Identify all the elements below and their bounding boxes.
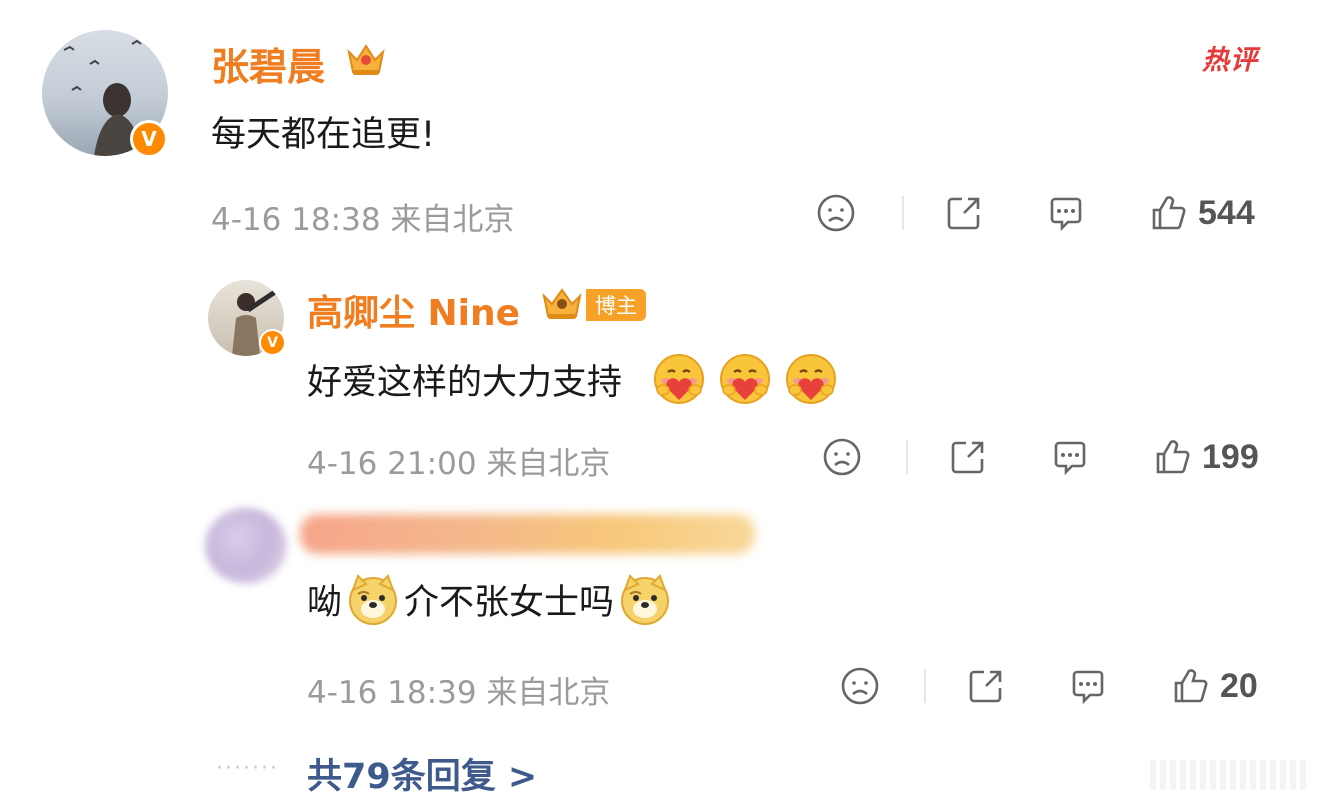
- dislike-icon[interactable]: [822, 437, 862, 477]
- reply-author-name[interactable]: 高卿尘 Nine: [307, 284, 520, 336]
- share-icon[interactable]: [948, 437, 988, 477]
- reply-text-content: 好爱这样的大力支持: [307, 362, 623, 403]
- like-count: 544: [1198, 193, 1255, 232]
- comment-date: 4-16 18:38: [211, 202, 381, 238]
- comment-text: 每天都在追更!: [211, 115, 436, 155]
- like-count: 20: [1220, 666, 1258, 705]
- reply-text-part2: 介不张女士吗: [404, 582, 615, 623]
- more-replies-dots: ·······: [216, 756, 279, 781]
- action-divider: [902, 196, 904, 230]
- reply-date: 4-16 18:39: [307, 675, 477, 711]
- hug-heart-emoji-icon: [652, 352, 706, 406]
- reply-meta: 4-16 21:00 来自北京: [307, 438, 610, 483]
- reply-location: 来自北京: [486, 446, 611, 482]
- crown-icon: [347, 44, 385, 75]
- like-icon[interactable]: [1148, 193, 1188, 233]
- comment-meta: 4-16 18:38 来自北京: [211, 194, 514, 239]
- doge-emoji-icon: [346, 572, 400, 626]
- reply-author-avatar[interactable]: [205, 508, 287, 584]
- dislike-icon[interactable]: [840, 666, 880, 706]
- reply-actions: 199: [822, 435, 1259, 479]
- reply-location: 来自北京: [486, 675, 611, 711]
- dislike-icon[interactable]: [816, 193, 856, 233]
- reply-actions: 20: [840, 664, 1258, 708]
- comment-location: 来自北京: [390, 202, 515, 238]
- action-divider: [906, 440, 908, 474]
- comment-icon[interactable]: [1046, 193, 1086, 233]
- hot-comment-label: 热评: [1202, 45, 1258, 76]
- doge-emoji-icon: [618, 572, 672, 626]
- comment-actions: 544: [816, 191, 1255, 235]
- reply-text-part1: 呦: [307, 582, 343, 623]
- reply-text: 好爱这样的大力支持: [307, 352, 838, 406]
- reply-meta: 4-16 18:39 来自北京: [307, 667, 610, 712]
- verified-badge-icon: V: [259, 329, 286, 356]
- share-icon[interactable]: [966, 666, 1006, 706]
- like-count: 199: [1202, 437, 1259, 476]
- verified-badge-icon: V: [130, 120, 168, 158]
- like-icon[interactable]: [1152, 437, 1192, 477]
- share-icon[interactable]: [944, 193, 984, 233]
- crown-icon: [542, 288, 582, 319]
- comment-icon[interactable]: [1050, 437, 1090, 477]
- reply-author-name[interactable]: [300, 514, 755, 554]
- action-divider: [924, 669, 926, 703]
- hug-heart-emoji-icon: [718, 352, 772, 406]
- blogger-badge: 博主: [586, 289, 646, 321]
- more-replies-link[interactable]: 共79条回复 >: [307, 748, 537, 799]
- hug-heart-emoji-icon: [784, 352, 838, 406]
- reply-date: 4-16 21:00: [307, 446, 477, 482]
- like-icon[interactable]: [1170, 666, 1210, 706]
- reply-text: 呦 介不张女士吗: [307, 572, 676, 626]
- comment-icon[interactable]: [1068, 666, 1108, 706]
- comment-author-name[interactable]: 张碧晨: [211, 36, 325, 91]
- watermark: [1150, 760, 1310, 790]
